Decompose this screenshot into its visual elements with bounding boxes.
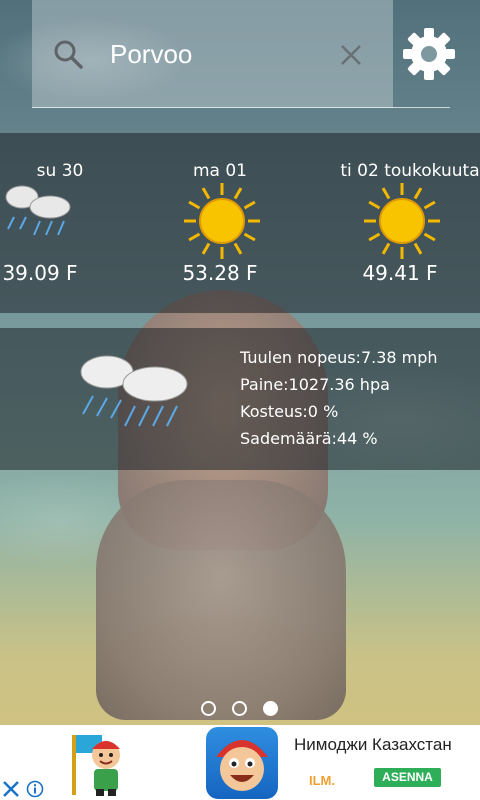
forecast-day[interactable]: ma 01 53.28 F (160, 133, 320, 313)
page-dot-active[interactable] (263, 701, 278, 716)
day-temperature: 53.28 F (182, 261, 258, 285)
ad-price-label: ILM. (309, 773, 335, 788)
background-child-body (96, 480, 346, 720)
page-dot[interactable] (232, 701, 247, 716)
install-button[interactable]: ASENNA (374, 768, 441, 787)
ad-app-icon[interactable] (206, 727, 278, 799)
ad-title: Нимоджи Казахстан (294, 735, 452, 754)
day-label: ti 02 toukokuuta (340, 161, 480, 181)
wind-speed: Tuulen nopeus:7.38 mph (240, 348, 438, 367)
day-temperature: 39.09 F (2, 261, 78, 285)
current-details-panel: Tuulen nopeus:7.38 mph Paine:1027.36 hpa… (0, 328, 480, 470)
sun-icon (364, 183, 440, 259)
search-underline (32, 107, 450, 108)
close-icon[interactable] (336, 40, 366, 70)
city-search-input[interactable] (110, 34, 320, 74)
ad-info-icon[interactable] (26, 780, 44, 798)
weather-details-list: Tuulen nopeus:7.38 mph Paine:1027.36 hpa… (240, 344, 438, 452)
ad-mascot-logo (72, 735, 120, 796)
day-label: ma 01 (192, 161, 247, 181)
humidity: Kosteus:0 % (240, 402, 339, 421)
search-icon[interactable] (52, 38, 84, 70)
day-temperature: 49.41 F (362, 261, 438, 285)
forecast-day[interactable]: ti 02 toukokuuta 49.41 F (320, 133, 480, 313)
ad-app-face-icon (216, 740, 268, 791)
precipitation: Sademäärä:44 % (240, 429, 378, 448)
ad-banner[interactable]: Нимоджи Казахстан ILM. ASENNA (0, 725, 480, 800)
sun-icon (184, 183, 260, 259)
forecast-day[interactable]: su 30 39.09 F (0, 133, 160, 313)
forecast-panel: su 30 39.09 F ma 01 53.28 F ti 02 toukok… (0, 133, 480, 313)
page-dot[interactable] (201, 701, 216, 716)
gear-icon[interactable] (401, 26, 457, 82)
pressure: Paine:1027.36 hpa (240, 375, 390, 394)
ad-close-icon[interactable] (0, 778, 22, 800)
rain-clouds-icon (80, 355, 188, 427)
rain-clouds-icon (5, 185, 71, 236)
page-indicator (200, 701, 280, 717)
day-label: su 30 (36, 161, 84, 181)
